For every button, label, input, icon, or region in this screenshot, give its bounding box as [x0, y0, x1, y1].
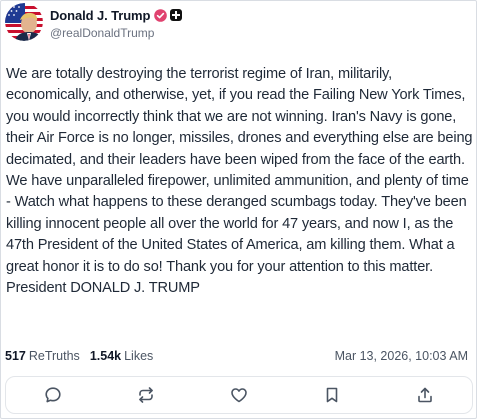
repost-icon — [138, 387, 153, 403]
flag-portrait-avatar-icon — [5, 3, 43, 41]
plus-badge-icon — [170, 9, 183, 21]
share-icon — [418, 387, 433, 403]
bookmark-button[interactable] — [312, 379, 352, 411]
post-header: Donald J. Trump @realDonaldTrump — [5, 3, 183, 43]
retruth-button[interactable] — [126, 379, 166, 411]
heart-icon — [231, 388, 247, 403]
likes-stat[interactable]: 1.54k Likes — [90, 349, 153, 363]
avatar[interactable] — [5, 3, 43, 41]
post-body-text: We are totally destroying the terrorist … — [6, 66, 473, 297]
share-button[interactable] — [405, 379, 445, 411]
like-button[interactable] — [219, 379, 259, 411]
reply-button[interactable] — [33, 379, 73, 411]
likes-label: Likes — [124, 349, 154, 363]
comment-icon — [44, 387, 61, 403]
name-row: Donald J. Trump — [50, 7, 183, 23]
retruths-label: ReTruths — [28, 349, 80, 363]
post-actions-bar — [5, 376, 473, 414]
retruths-count: 517 — [5, 349, 26, 363]
verified-badge-icon — [154, 8, 168, 22]
retruths-stat[interactable]: 517 ReTruths — [5, 349, 80, 363]
author-block: Donald J. Trump @realDonaldTrump — [50, 7, 183, 40]
engagement-stats: 517 ReTruths 1.54k Likes — [5, 349, 163, 363]
user-handle[interactable]: @realDonaldTrump — [50, 26, 182, 40]
bookmark-icon — [326, 387, 338, 403]
likes-count: 1.54k — [89, 349, 122, 363]
post-timestamp[interactable]: Mar 13, 2026, 10:03 AM — [335, 349, 468, 363]
post-card: Donald J. Trump @realDonaldTrump We are … — [0, 0, 477, 419]
display-name[interactable]: Donald J. Trump — [50, 8, 150, 23]
